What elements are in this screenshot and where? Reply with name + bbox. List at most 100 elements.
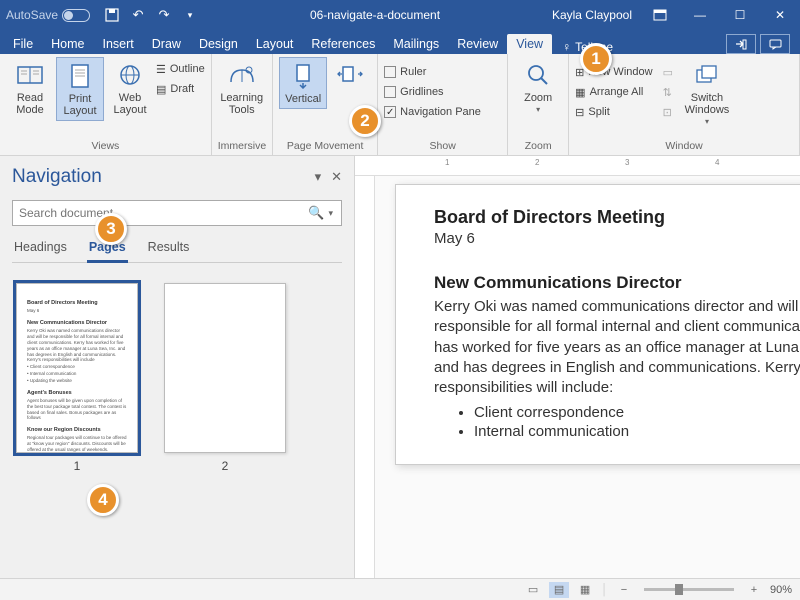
group-views: Read Mode Print Layout Web Layout ☰Outli… xyxy=(0,54,212,155)
reset-window-icon[interactable]: ⊡ xyxy=(663,103,673,121)
web-layout-button[interactable]: Web Layout xyxy=(106,57,154,119)
read-mode-label: Read Mode xyxy=(8,92,52,116)
read-mode-view-icon[interactable]: ▭ xyxy=(523,582,543,598)
zoom-button[interactable]: Zoom ▾ xyxy=(514,57,562,118)
view-side-icon[interactable]: ▭ xyxy=(663,63,673,81)
comments-button[interactable] xyxy=(760,34,790,54)
draft-icon: ▤ xyxy=(156,83,166,96)
page-thumbnails: Board of Directors Meeting May 6 New Com… xyxy=(12,279,342,477)
thumbnail-page-2[interactable]: 2 xyxy=(164,283,286,473)
save-icon[interactable] xyxy=(100,3,124,27)
qat-dropdown-icon[interactable]: ▾ xyxy=(178,3,202,27)
tab-view[interactable]: View xyxy=(507,34,552,54)
print-layout-label: Print Layout xyxy=(59,93,101,117)
ruler-checkbox[interactable]: Ruler xyxy=(384,63,481,81)
zoom-in-icon[interactable]: + xyxy=(744,582,764,598)
read-mode-icon xyxy=(15,60,45,90)
thumbnail-page-1[interactable]: Board of Directors Meeting May 6 New Com… xyxy=(16,283,138,473)
title-bar: AutoSave ↶ ↷ ▾ 06-navigate-a-document Ka… xyxy=(0,0,800,30)
switch-windows-button[interactable]: Switch Windows ▾ xyxy=(679,57,735,130)
quick-access-toolbar: ↶ ↷ ▾ xyxy=(96,3,206,27)
zoom-out-icon[interactable]: − xyxy=(614,582,634,598)
arrange-all-button[interactable]: ▦Arrange All xyxy=(575,83,652,101)
group-zoom-label: Zoom xyxy=(514,138,562,155)
tab-layout[interactable]: Layout xyxy=(247,34,303,54)
tab-home[interactable]: Home xyxy=(42,34,93,54)
search-icon[interactable]: 🔍 xyxy=(304,205,324,221)
checkbox-icon xyxy=(384,86,396,98)
document-area: 1 2 3 4 Board of Directors Meeting May 6… xyxy=(355,156,800,578)
outline-icon: ☰ xyxy=(156,63,166,76)
tab-file[interactable]: File xyxy=(4,34,42,54)
tab-insert[interactable]: Insert xyxy=(94,34,143,54)
callout-2: 2 xyxy=(349,105,381,137)
redo-icon[interactable]: ↷ xyxy=(152,3,176,27)
tab-references[interactable]: References xyxy=(302,34,384,54)
learning-tools-icon xyxy=(227,60,257,90)
chevron-down-icon: ▾ xyxy=(705,118,709,127)
ribbon-options-icon[interactable] xyxy=(640,0,680,30)
zoom-percent[interactable]: 90% xyxy=(770,584,792,596)
split-button[interactable]: ⊟Split xyxy=(575,103,652,121)
share-button[interactable] xyxy=(726,34,756,54)
undo-icon[interactable]: ↶ xyxy=(126,3,150,27)
print-layout-button[interactable]: Print Layout xyxy=(56,57,104,121)
navigation-pane: Navigation ▾ ✕ 🔍 ▾ Headings Pages Result… xyxy=(0,156,355,578)
autosave-label: AutoSave xyxy=(6,8,58,22)
document-page[interactable]: Board of Directors Meeting May 6 New Com… xyxy=(395,184,800,465)
learning-tools-button[interactable]: Learning Tools xyxy=(218,57,266,119)
nav-tab-results[interactable]: Results xyxy=(146,236,192,262)
nav-close-icon[interactable]: ✕ xyxy=(331,169,342,185)
callout-4: 4 xyxy=(87,484,119,516)
navigation-pane-checkbox[interactable]: Navigation Pane xyxy=(384,103,481,121)
web-layout-view-icon[interactable]: ▦ xyxy=(575,582,595,598)
search-input[interactable] xyxy=(19,206,304,220)
group-window-label: Window xyxy=(575,138,793,155)
nav-search[interactable]: 🔍 ▾ xyxy=(12,200,342,226)
group-page-movement-label: Page Movement xyxy=(279,138,371,155)
navigation-title: Navigation xyxy=(12,166,102,188)
group-views-label: Views xyxy=(6,138,205,155)
thumbnail-2-number: 2 xyxy=(222,459,229,473)
thumbnail-2-preview[interactable] xyxy=(164,283,286,453)
maximize-icon[interactable]: ☐ xyxy=(720,0,760,30)
vertical-label: Vertical xyxy=(285,93,321,105)
thumbnail-1-preview[interactable]: Board of Directors Meeting May 6 New Com… xyxy=(16,283,138,453)
tab-draw[interactable]: Draw xyxy=(143,34,190,54)
horizontal-ruler[interactable]: 1 2 3 4 xyxy=(355,156,800,176)
search-dropdown-icon[interactable]: ▾ xyxy=(324,208,335,219)
minimize-icon[interactable]: — xyxy=(680,0,720,30)
group-immersive: Learning Tools Immersive xyxy=(212,54,273,155)
group-show: Ruler Gridlines Navigation Pane Show xyxy=(378,54,508,155)
close-icon[interactable]: ✕ xyxy=(760,0,800,30)
nav-menu-icon[interactable]: ▾ xyxy=(315,169,322,185)
bullet-2: Internal communication xyxy=(474,423,800,440)
ribbon-tabs: File Home Insert Draw Design Layout Refe… xyxy=(0,30,800,54)
vertical-button[interactable]: Vertical xyxy=(279,57,327,109)
outline-button[interactable]: ☰Outline xyxy=(156,60,205,78)
zoom-slider[interactable] xyxy=(644,588,734,591)
doc-bullet-list: Client correspondence Internal communica… xyxy=(474,404,800,440)
read-mode-button[interactable]: Read Mode xyxy=(6,57,54,119)
status-bar: ▭ ▤ ▦ │ − + 90% xyxy=(0,578,800,600)
doc-date: May 6 xyxy=(434,230,800,247)
autosave[interactable]: AutoSave xyxy=(0,8,96,22)
side-to-side-button[interactable] xyxy=(329,57,371,93)
autosave-toggle[interactable] xyxy=(62,9,90,22)
print-layout-view-icon[interactable]: ▤ xyxy=(549,582,569,598)
split-icon: ⊟ xyxy=(575,106,584,119)
sync-scroll-icon[interactable]: ⇅ xyxy=(663,83,673,101)
tab-review[interactable]: Review xyxy=(448,34,507,54)
bulb-icon: ♀ xyxy=(562,40,571,54)
tab-mailings[interactable]: Mailings xyxy=(384,34,448,54)
vertical-ruler[interactable] xyxy=(355,176,375,578)
thumbnail-1-number: 1 xyxy=(74,459,81,473)
ribbon: Read Mode Print Layout Web Layout ☰Outli… xyxy=(0,54,800,156)
gridlines-checkbox[interactable]: Gridlines xyxy=(384,83,481,101)
group-immersive-label: Immersive xyxy=(218,138,266,155)
zoom-label: Zoom xyxy=(524,92,552,104)
callout-3: 3 xyxy=(95,213,127,245)
tab-design[interactable]: Design xyxy=(190,34,247,54)
nav-tab-headings[interactable]: Headings xyxy=(12,236,69,262)
draft-button[interactable]: ▤Draft xyxy=(156,80,205,98)
